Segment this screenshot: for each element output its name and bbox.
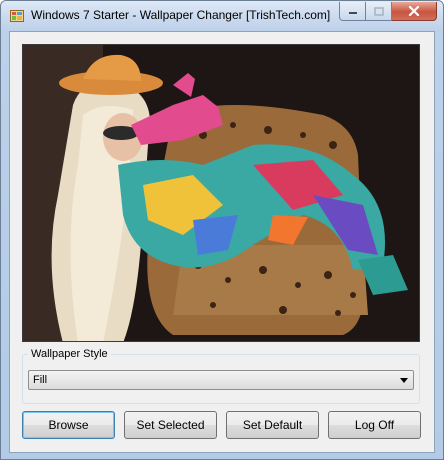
chevron-down-icon [400,378,408,383]
wallpaper-style-select[interactable]: Fill [28,370,414,390]
minimize-icon [348,12,357,14]
wallpaper-preview-image [23,45,419,341]
app-window: Windows 7 Starter - Wallpaper Changer [T… [0,0,444,460]
maximize-button[interactable] [366,2,392,21]
client-area: Wallpaper Style Fill Browse Set Selected… [9,31,435,453]
set-selected-button[interactable]: Set Selected [124,411,217,439]
close-icon [408,6,420,16]
wallpaper-style-label: Wallpaper Style [28,348,111,360]
window-title: Windows 7 Starter - Wallpaper Changer [T… [31,8,331,22]
maximize-icon [373,6,384,16]
title-bar[interactable]: Windows 7 Starter - Wallpaper Changer [T… [1,1,443,31]
minimize-button[interactable] [339,2,366,21]
close-button[interactable] [392,2,437,21]
app-icon[interactable] [10,9,24,23]
caption-buttons [339,2,437,21]
wallpaper-preview [22,44,420,342]
log-off-button[interactable]: Log Off [328,411,421,439]
set-default-button[interactable]: Set Default [226,411,319,439]
wallpaper-style-value: Fill [33,374,48,386]
browse-button[interactable]: Browse [22,411,115,439]
